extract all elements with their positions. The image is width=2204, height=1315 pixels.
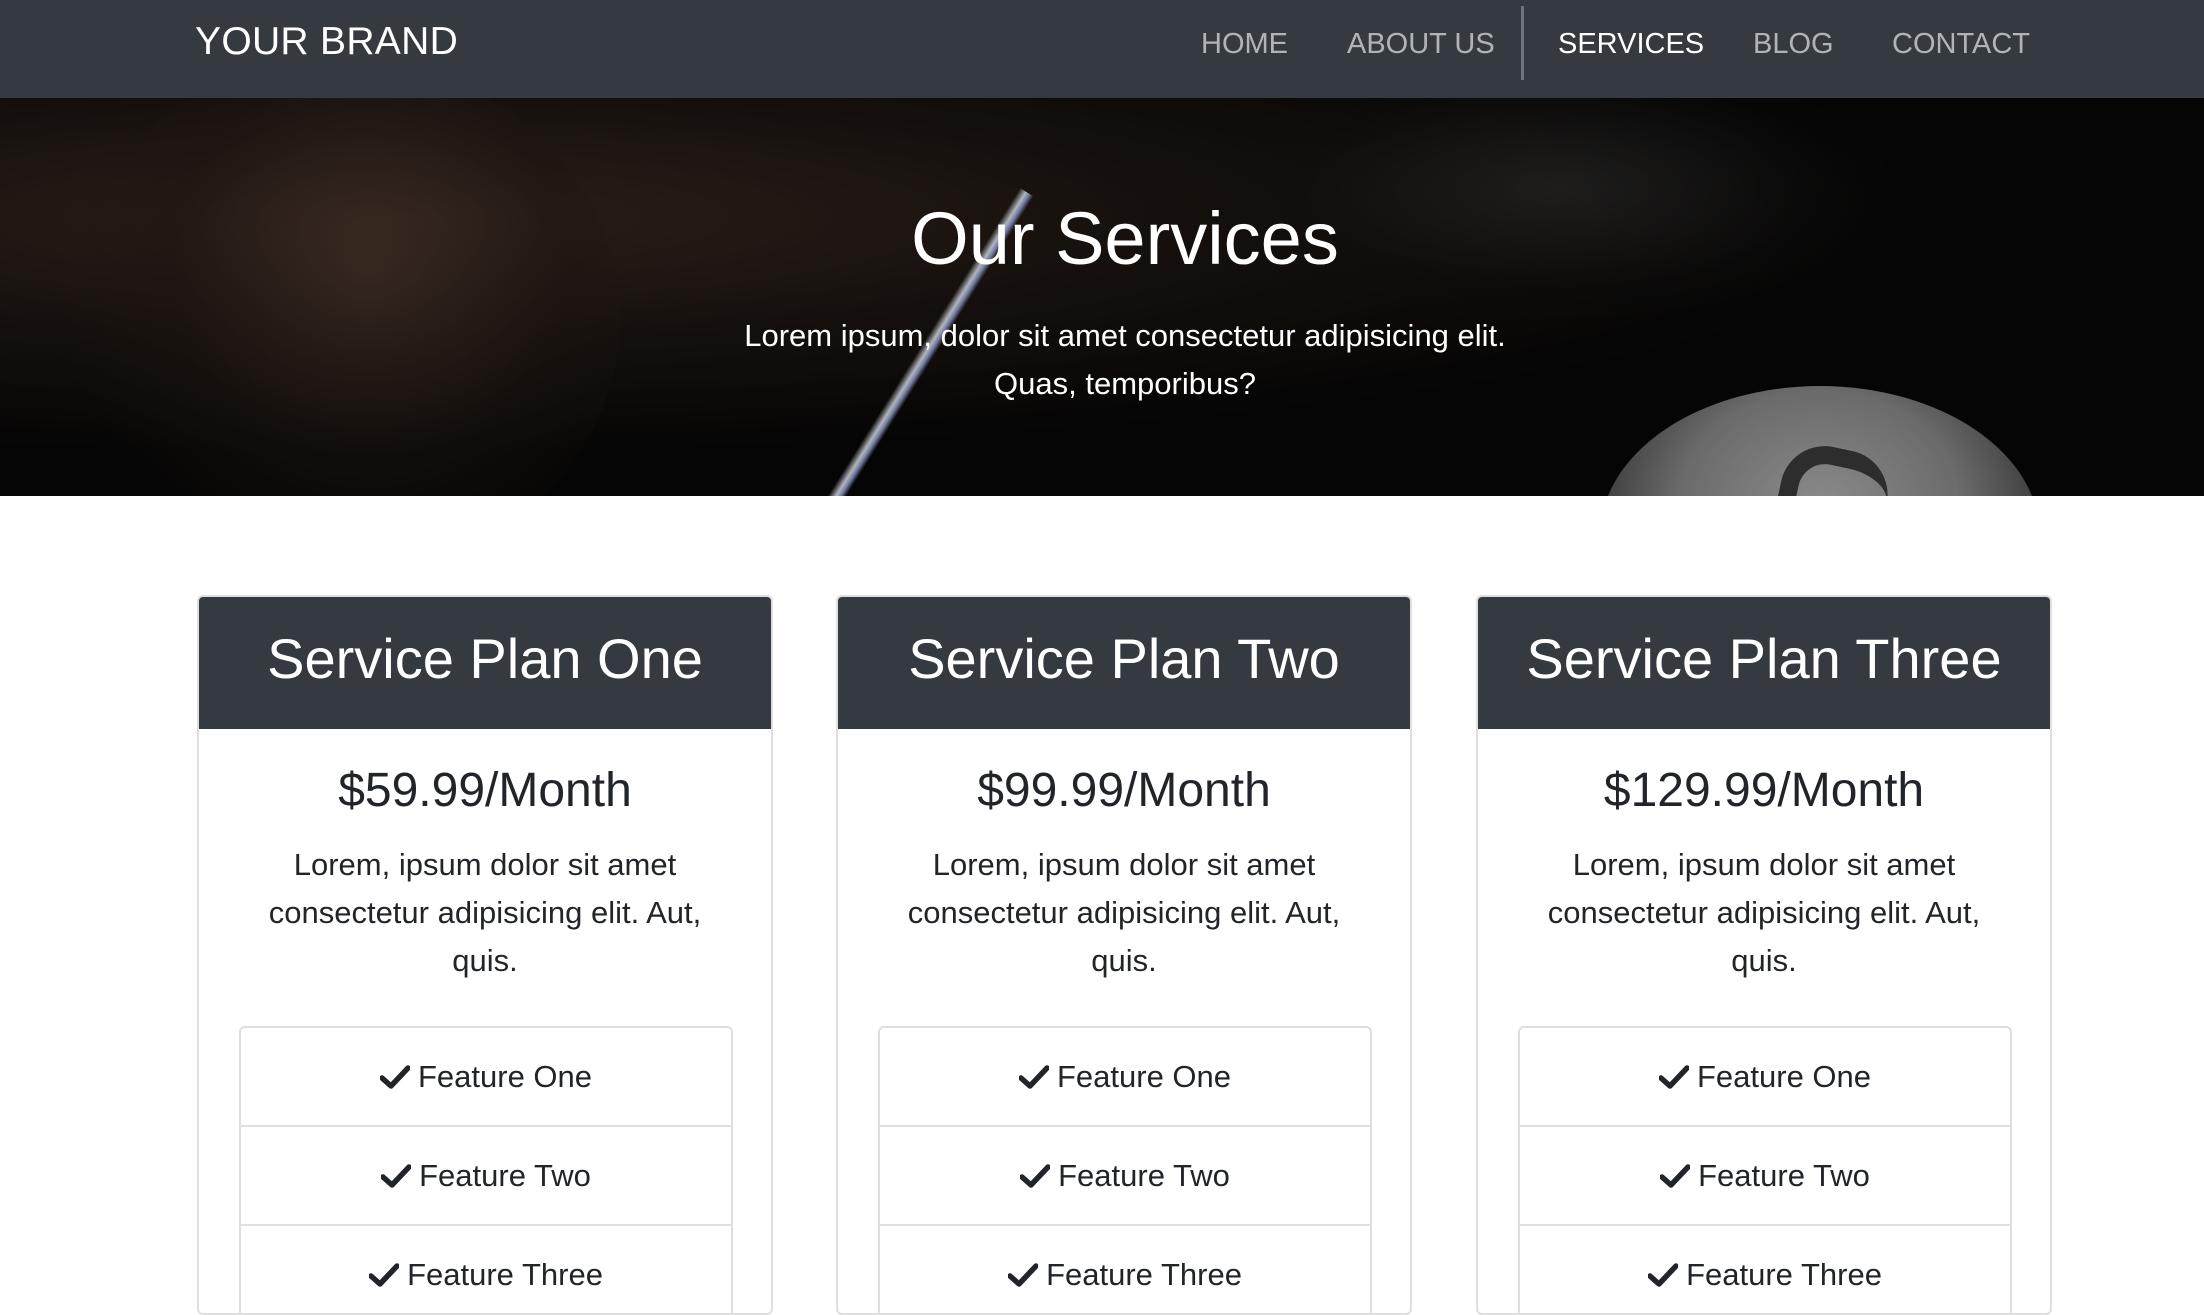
plan-title: Service Plan Three [1478,597,2050,729]
nav-active-divider [1521,6,1524,80]
plan-title: Service Plan One [199,597,771,729]
hero-banner: Our Services Lorem ipsum, dolor sit amet… [0,98,2204,496]
nav-about-us[interactable]: ABOUT US [1347,0,1495,88]
check-icon [1018,1065,1049,1089]
nav-contact[interactable]: CONTACT [1892,0,2030,88]
plan-price: $59.99/Month [338,764,632,817]
hero-overlay [0,98,2204,496]
hero-subtitle-line: Lorem ipsum, dolor sit amet consectetur … [744,318,1506,353]
feature-item: Feature One [1520,1028,2010,1127]
hero-subtitle-line: Quas, temporibus? [994,366,1256,401]
feature-item: Feature One [880,1028,1370,1127]
feature-label: Feature One [1056,1059,1232,1094]
feature-label: Feature Two [419,1158,591,1193]
feature-list: Feature One Feature Two Feature Three [878,1026,1372,1313]
feature-item: Feature Three [1520,1226,2010,1313]
navbar: YOUR BRAND HOME ABOUT US SERVICES BLOG C… [0,0,2204,98]
feature-label: Feature One [417,1059,593,1094]
feature-item: Feature Three [880,1226,1370,1313]
check-icon [1020,1164,1051,1188]
feature-item: Feature Two [1520,1127,2010,1226]
nav-home[interactable]: HOME [1201,0,1288,88]
hero-subtitle: Lorem ipsum, dolor sit amet consectetur … [0,312,2204,408]
nav-blog[interactable]: BLOG [1753,0,1834,88]
plan-title: Service Plan Two [838,597,1410,729]
feature-item: Feature Three [241,1226,731,1313]
plan-description: Lorem, ipsum dolor sit amet consectetur … [907,847,1341,978]
plan-description: Lorem, ipsum dolor sit amet consectetur … [268,847,702,978]
nav-services[interactable]: SERVICES [1558,0,1704,88]
feature-list: Feature One Feature Two Feature Three [239,1026,733,1313]
feature-item: Feature Two [880,1127,1370,1226]
plan-price: $99.99/Month [977,764,1271,817]
feature-label: Feature Two [1698,1158,1870,1193]
plan-card-one: Service Plan One $59.99/Month Lorem, ips… [197,595,773,1315]
feature-label: Feature Three [407,1257,603,1292]
feature-list: Feature One Feature Two Feature Three [1518,1026,2012,1313]
feature-item: Feature Two [241,1127,731,1226]
check-icon [379,1065,410,1089]
check-icon [1660,1164,1691,1188]
plan-description: Lorem, ipsum dolor sit amet consectetur … [1547,847,1981,978]
feature-label: Feature One [1696,1059,1872,1094]
nav-links: HOME ABOUT US SERVICES BLOG CONTACT [0,0,2204,98]
feature-label: Feature Three [1686,1257,1882,1292]
feature-item: Feature One [241,1028,731,1127]
plan-card-three: Service Plan Three $129.99/Month Lorem, … [1476,595,2052,1315]
plan-card-two: Service Plan Two $99.99/Month Lorem, ips… [836,595,1412,1315]
check-icon [381,1164,412,1188]
check-icon [1658,1065,1689,1089]
feature-label: Feature Three [1046,1257,1242,1292]
check-icon [1648,1263,1679,1287]
check-icon [369,1263,400,1287]
check-icon [1008,1263,1039,1287]
feature-label: Feature Two [1058,1158,1230,1193]
plan-price: $129.99/Month [1603,764,1925,817]
page-title: Our Services [911,197,1339,280]
